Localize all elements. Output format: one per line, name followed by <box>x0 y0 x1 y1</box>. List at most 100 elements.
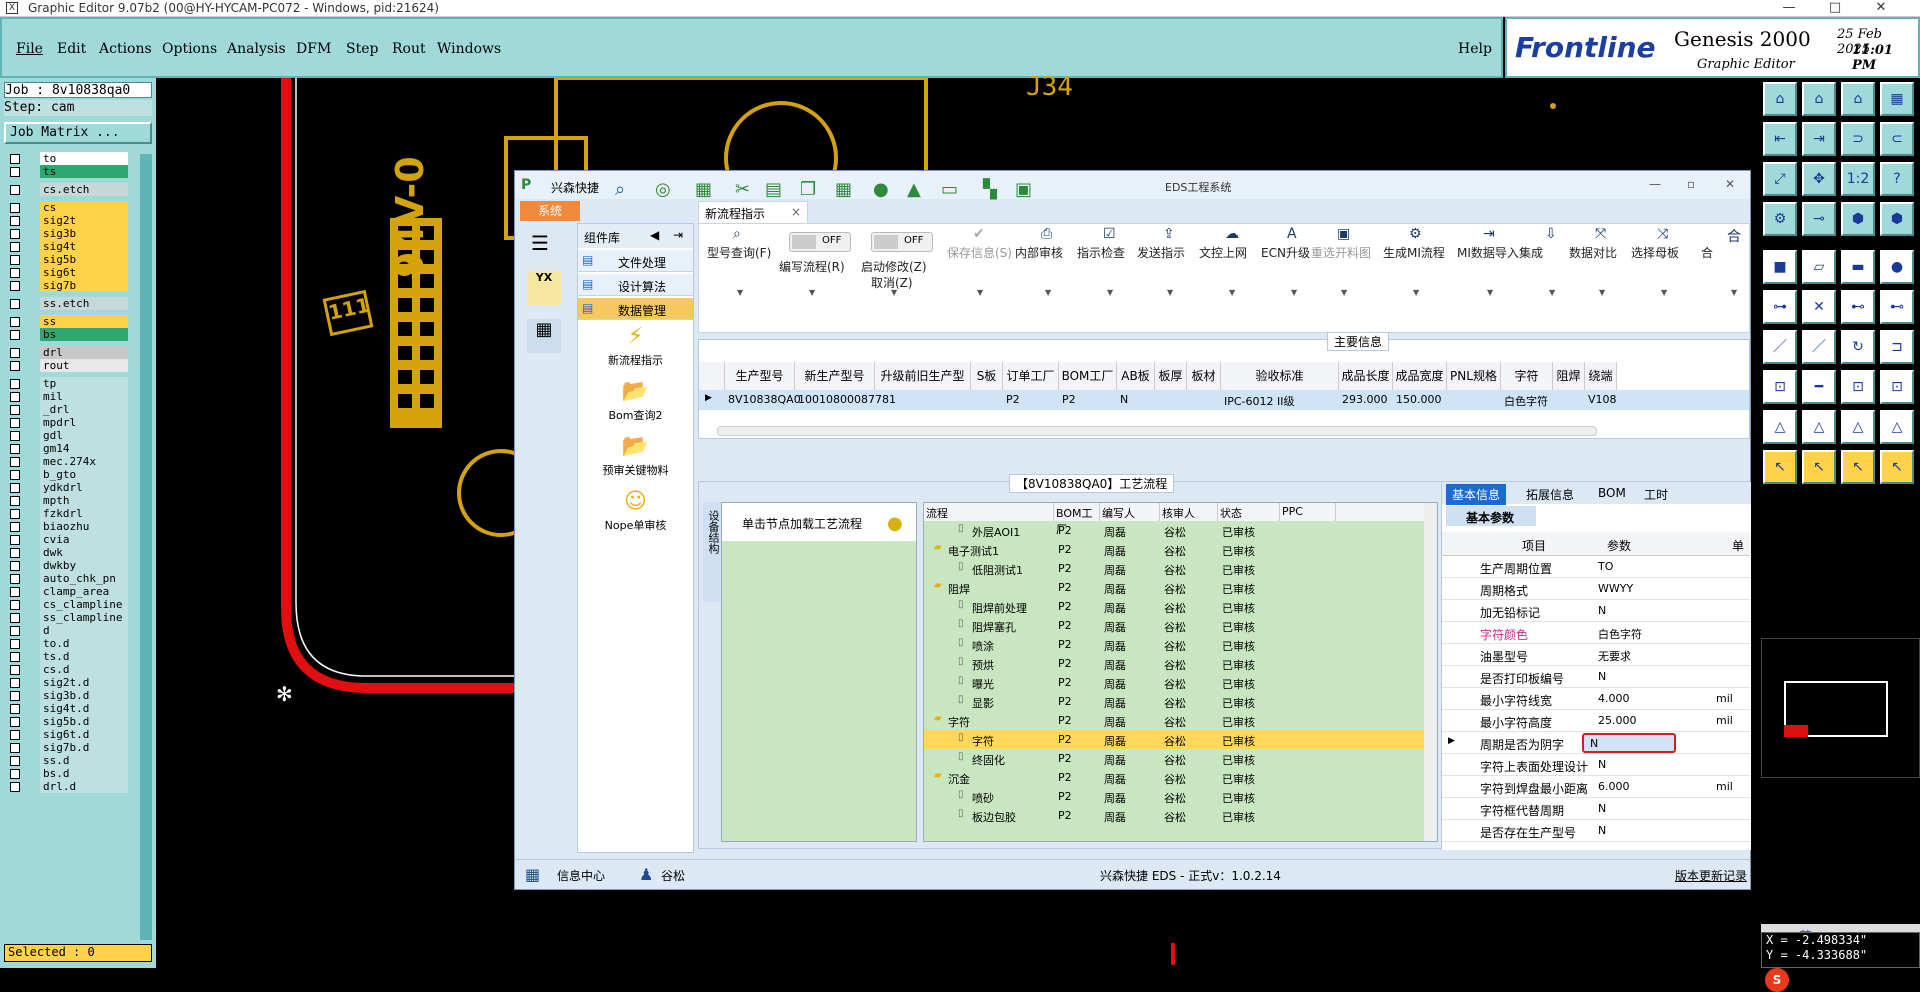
layer-name[interactable]: b_gto <box>40 468 128 481</box>
dropdown-arrow-icon[interactable]: ▼ <box>891 288 897 297</box>
layer-name[interactable]: gm14 <box>40 442 128 455</box>
layer-row[interactable]: to.d <box>6 637 136 651</box>
job-matrix-button[interactable]: Job Matrix ... <box>4 122 152 144</box>
main-column-header[interactable]: 验收标准 <box>1221 362 1339 390</box>
layer-name[interactable]: bs <box>40 328 128 341</box>
layer-name[interactable]: to <box>40 152 128 165</box>
copy-icon[interactable]: ❐ <box>800 179 816 200</box>
tool-button-icon[interactable]: ✥ <box>1802 162 1836 196</box>
layer-checkbox[interactable] <box>10 242 20 252</box>
component-item[interactable]: ☺ Nope单审核 <box>578 489 693 539</box>
dropdown-arrow-icon[interactable]: ▼ <box>1107 288 1113 297</box>
layer-name[interactable]: sig5b <box>40 253 128 266</box>
property-value[interactable]: N <box>1598 604 1606 617</box>
main-column-header[interactable]: 生产型号 <box>725 362 795 390</box>
layer-name[interactable]: sig2t <box>40 214 128 227</box>
layer-checkbox[interactable] <box>10 483 20 493</box>
layer-row[interactable]: ss.d <box>6 754 136 768</box>
property-row[interactable]: 最小字符高度 25.000 mil <box>1442 710 1751 732</box>
toggle-switch[interactable]: OFF <box>789 232 851 252</box>
layer-row[interactable]: d <box>6 624 136 638</box>
main-column-header[interactable]: 新生产型号 <box>795 362 875 390</box>
flow-tree-row[interactable]: ▯ 板边包胶 P2 周磊 谷松 已审核 <box>924 806 1437 825</box>
property-row[interactable]: 字符框代替周期 N <box>1442 798 1751 820</box>
flow-tree-row[interactable]: ▯ 喷涂 P2 周磊 谷松 已审核 <box>924 635 1437 654</box>
eds-close-button[interactable]: ✕ <box>1725 177 1735 191</box>
menu-options[interactable]: Options <box>162 41 217 57</box>
layer-name[interactable]: cvia <box>40 533 128 546</box>
flow-tree-row[interactable]: ▰ 字符 P2 周磊 谷松 已审核 <box>924 711 1437 730</box>
layer-checkbox[interactable] <box>10 470 20 480</box>
tool-button-icon[interactable]: ⌂ <box>1763 82 1797 116</box>
layer-row[interactable]: sig2t <box>6 214 136 228</box>
layer-name[interactable]: ss.d <box>40 754 128 767</box>
tab-new-flow[interactable]: 新流程指示 × <box>698 201 808 223</box>
dropdown-arrow-icon[interactable]: ▼ <box>737 288 743 297</box>
property-value[interactable]: TO <box>1598 560 1613 573</box>
layer-row[interactable]: sig7b.d <box>6 741 136 755</box>
layer-checkbox[interactable] <box>10 613 20 623</box>
tool-button-icon[interactable]: ／ <box>1802 330 1836 364</box>
layer-checkbox[interactable] <box>10 418 20 428</box>
properties-tab[interactable]: 拓展信息 <box>1520 484 1580 505</box>
layer-row[interactable]: ss.etch <box>6 297 136 311</box>
layer-checkbox[interactable] <box>10 405 20 415</box>
layer-checkbox[interactable] <box>10 431 20 441</box>
layer-checkbox[interactable] <box>10 255 20 265</box>
tool-button-icon[interactable]: ⤢ <box>1763 162 1797 196</box>
layer-row[interactable]: drl <box>6 346 136 360</box>
tool-button-icon[interactable]: ⊡ <box>1841 370 1875 404</box>
layer-name[interactable]: drl.d <box>40 780 128 793</box>
flow-tree-row[interactable]: ▯ 预烘 P2 周磊 谷松 已审核 <box>924 654 1437 673</box>
layer-checkbox[interactable] <box>10 600 20 610</box>
layer-row[interactable]: bs <box>6 328 136 342</box>
tool-button-icon[interactable]: ⌂ <box>1841 82 1875 116</box>
tool-button-icon[interactable]: ↻ <box>1841 330 1875 364</box>
component-item[interactable]: ⚡ 新流程指示 <box>578 324 693 374</box>
layer-checkbox[interactable] <box>10 626 20 636</box>
flow-tree-row[interactable]: ▯ 终固化 P2 周磊 谷松 已审核 <box>924 749 1437 768</box>
main-column-header[interactable]: 板厚 <box>1155 362 1187 390</box>
dropdown-arrow-icon[interactable]: ▼ <box>1413 288 1419 297</box>
layer-row[interactable]: bs.d <box>6 767 136 781</box>
layer-row[interactable]: clamp_area <box>6 585 136 599</box>
property-row[interactable]: 最小字符线宽 4.000 mil <box>1442 688 1751 710</box>
monitor-icon[interactable]: ▭ <box>941 179 958 200</box>
tool-button-icon[interactable]: ⌂ <box>1802 82 1836 116</box>
property-row[interactable]: ▶ 周期是否为阴字 N <box>1442 732 1751 754</box>
layer-row[interactable]: dwkby <box>6 559 136 573</box>
layer-checkbox[interactable] <box>10 268 20 278</box>
dropdown-arrow-icon[interactable]: ▼ <box>1599 288 1605 297</box>
layer-row[interactable]: fzkdrl <box>6 507 136 521</box>
layer-row[interactable]: drl.d <box>6 780 136 794</box>
tool-button-icon[interactable]: ▦ <box>1880 82 1914 116</box>
layer-checkbox[interactable] <box>10 348 20 358</box>
layer-name[interactable]: ss.etch <box>40 297 128 310</box>
layer-name[interactable]: sig5b.d <box>40 715 128 728</box>
layer-name[interactable]: sig6t <box>40 266 128 279</box>
layer-row[interactable]: ts.d <box>6 650 136 664</box>
changelog-link[interactable]: 版本更新记录 <box>1675 867 1747 884</box>
main-column-header[interactable]: 成品宽度 <box>1393 362 1447 390</box>
layer-name[interactable]: ss <box>40 315 128 328</box>
dropdown-arrow-icon[interactable]: ▼ <box>809 288 815 297</box>
layer-name[interactable]: fzkdrl <box>40 507 128 520</box>
tool-button-icon[interactable]: ▬ <box>1841 250 1875 284</box>
layer-checkbox[interactable] <box>10 691 20 701</box>
tool-button-icon[interactable]: ⇤ <box>1763 122 1797 156</box>
dropdown-arrow-icon[interactable]: ▼ <box>1229 288 1235 297</box>
layer-name[interactable]: d <box>40 624 128 637</box>
layer-row[interactable]: sig2t.d <box>6 676 136 690</box>
property-value[interactable]: N <box>1598 802 1606 815</box>
layer-checkbox[interactable] <box>10 444 20 454</box>
dropdown-arrow-icon[interactable]: ▼ <box>1731 288 1737 297</box>
property-value[interactable]: 6.000 <box>1598 780 1630 793</box>
maximize-button[interactable]: □ <box>1812 0 1858 16</box>
layer-row[interactable]: sig6t.d <box>6 728 136 742</box>
layer-row[interactable]: ts <box>6 165 136 179</box>
layer-name[interactable]: sig2t.d <box>40 676 128 689</box>
search-icon[interactable]: ⌕ <box>615 179 625 200</box>
menu-edit[interactable]: Edit <box>57 41 86 57</box>
layer-scrollbar[interactable] <box>140 154 152 940</box>
layer-row[interactable]: mil <box>6 390 136 404</box>
